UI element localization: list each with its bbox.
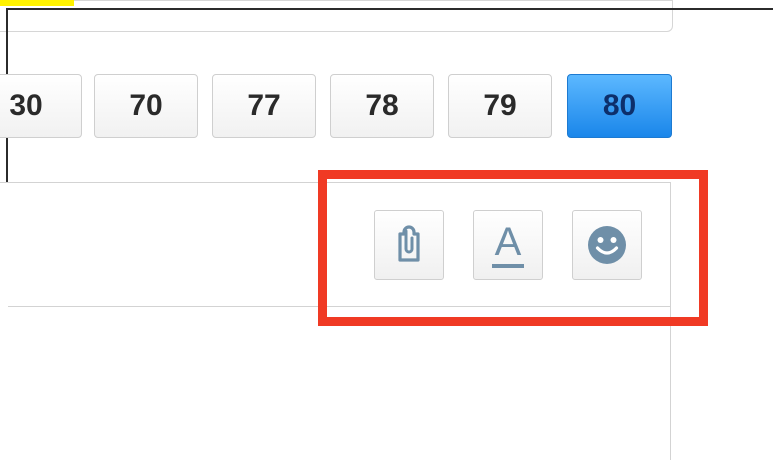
page-button-79[interactable]: 79 [448, 74, 552, 138]
page-button-30[interactable]: 30 [0, 74, 82, 138]
annotation-highlight-box [318, 170, 708, 326]
page-button-78[interactable]: 78 [330, 74, 434, 138]
screenshot-stage: 30 70 77 78 79 80 A [0, 0, 773, 460]
frame-border-top [6, 8, 773, 10]
page-button-77[interactable]: 77 [212, 74, 316, 138]
page-button-80-active[interactable]: 80 [567, 74, 672, 138]
top-input-field[interactable] [0, 0, 673, 32]
page-button-70[interactable]: 70 [94, 74, 198, 138]
highlight-marker [0, 0, 74, 6]
